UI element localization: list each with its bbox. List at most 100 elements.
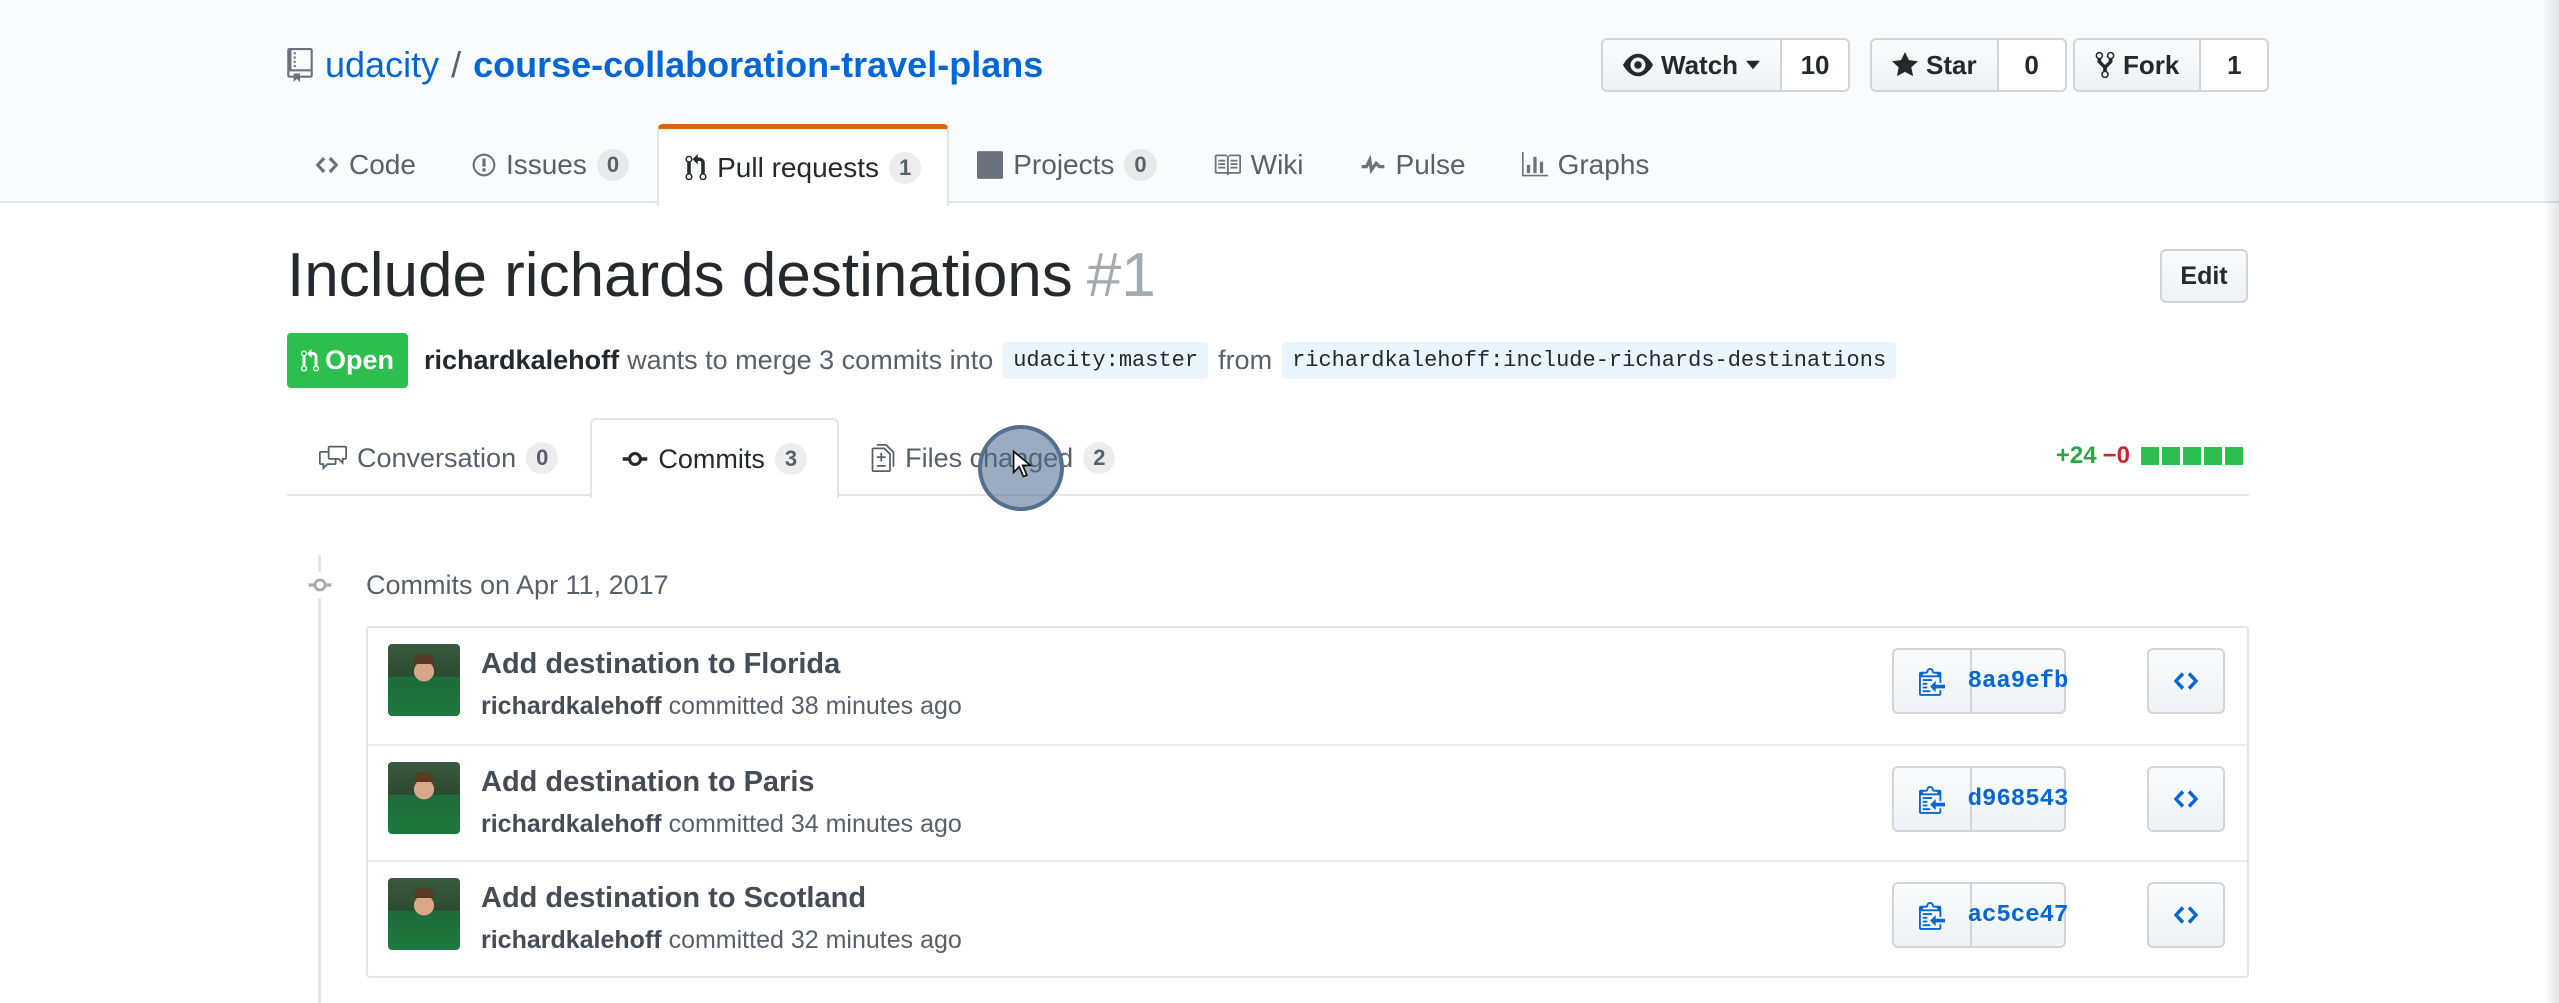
repo-owner-link[interactable]: udacity <box>325 44 439 86</box>
fork-label: Fork <box>2123 49 2180 80</box>
watch-label: Watch <box>1661 49 1739 80</box>
state-badge: Open <box>287 333 409 388</box>
reponav-code-label: Code <box>349 149 416 180</box>
commit-message-link[interactable]: Add destination to Paris <box>481 766 815 799</box>
pr-title-text: Include richards destinations <box>287 241 1073 310</box>
watch-count[interactable]: 10 <box>1782 38 1851 92</box>
commit-group-title: Commits on Apr 11, 2017 <box>366 570 669 600</box>
star-button[interactable]: Star <box>1870 38 1999 92</box>
git-commit-icon <box>307 572 333 598</box>
commit-row: Add destination to Scotland richardkaleh… <box>368 860 2247 976</box>
eye-icon <box>1623 53 1653 77</box>
caret-down-icon <box>1746 60 1761 70</box>
commit-author-link[interactable]: richardkalehoff <box>481 810 662 838</box>
repo-icon <box>287 48 313 82</box>
diffstat-additions: +24 <box>2055 442 2097 469</box>
code-icon <box>2173 790 2199 808</box>
commit-time: 38 minutes ago <box>790 692 962 720</box>
issues-counter: 0 <box>596 149 630 181</box>
reponav-graphs-label: Graphs <box>1557 149 1650 180</box>
issue-icon <box>472 153 496 177</box>
reponav-wiki[interactable]: Wiki <box>1185 124 1332 204</box>
tab-conversation-label: Conversation <box>357 442 517 473</box>
from-text: from <box>1218 345 1273 375</box>
reponav-projects-label: Projects <box>1013 149 1115 180</box>
commit-action: committed <box>668 810 784 838</box>
avatar[interactable] <box>388 644 460 716</box>
browse-code-button[interactable] <box>2147 766 2225 832</box>
file-diff-icon <box>871 444 895 472</box>
book-icon <box>1214 154 1241 176</box>
edit-button[interactable]: Edit <box>2160 249 2248 303</box>
base-branch[interactable]: udacity:master <box>1003 342 1209 379</box>
reponav-wiki-label: Wiki <box>1250 149 1304 180</box>
project-icon <box>977 151 1004 179</box>
commit-meta: richardkalehoff committed 32 minutes ago <box>481 926 962 955</box>
commit-message-link[interactable]: Add destination to Florida <box>481 648 840 681</box>
tab-conversation[interactable]: Conversation 0 <box>287 418 590 496</box>
browse-code-button[interactable] <box>2147 648 2225 714</box>
copy-sha-button[interactable] <box>1892 766 1970 832</box>
pr-meta: Open richardkalehoff wants to merge 3 co… <box>287 333 1906 388</box>
reponav-pull-requests-label: Pull requests <box>717 151 879 183</box>
graph-icon <box>1521 152 1548 177</box>
diffstat-block <box>2183 447 2201 465</box>
diffstat: +24 −0 <box>2056 442 2243 470</box>
tab-commits-label: Commits <box>658 443 765 474</box>
pr-title: Include richards destinations #1 <box>287 240 1156 311</box>
star-label: Star <box>1926 49 1977 80</box>
commit-author-link[interactable]: richardkalehoff <box>481 692 662 720</box>
git-commit-icon <box>623 452 648 466</box>
clippy-icon <box>1919 786 1945 814</box>
watch-group: Watch 10 <box>1601 38 1851 92</box>
avatar[interactable] <box>388 762 460 834</box>
reponav-code[interactable]: Code <box>287 124 444 204</box>
commit-author-link[interactable]: richardkalehoff <box>481 926 662 954</box>
pull-requests-counter: 1 <box>889 151 922 184</box>
commit-sha-link[interactable]: ac5ce47 <box>1968 882 2068 948</box>
commit-time: 32 minutes ago <box>790 926 962 954</box>
pulse-icon <box>1361 154 1384 175</box>
browse-code-button[interactable] <box>2147 882 2225 948</box>
commit-meta: richardkalehoff committed 34 minutes ago <box>481 810 962 839</box>
commits-counter: 3 <box>774 443 808 475</box>
timeline-line <box>318 555 321 1003</box>
commit-time: 34 minutes ago <box>790 810 962 838</box>
commit-sha-link[interactable]: d968543 <box>1968 766 2068 832</box>
tab-commits[interactable]: Commits 3 <box>590 418 840 498</box>
pr-author-link[interactable]: richardkalehoff <box>424 345 619 376</box>
state-label: Open <box>325 345 395 375</box>
repo-name-link[interactable]: course-collaboration-travel-plans <box>473 44 1043 86</box>
fork-count[interactable]: 1 <box>2201 38 2270 92</box>
commit-sha-link[interactable]: 8aa9efb <box>1968 648 2068 714</box>
commit-message-link[interactable]: Add destination to Scotland <box>481 882 866 915</box>
diffstat-block <box>2162 447 2180 465</box>
reponav-graphs[interactable]: Graphs <box>1494 124 1678 204</box>
reponav-issues[interactable]: Issues 0 <box>444 124 657 204</box>
code-icon <box>315 156 339 174</box>
commit-action: committed <box>668 926 784 954</box>
diffstat-block <box>2141 447 2159 465</box>
repo-nav: Code Issues 0 Pull requests 1 Projects 0 <box>287 124 1678 206</box>
reponav-pulse-label: Pulse <box>1395 149 1466 180</box>
commit-action: committed <box>668 692 784 720</box>
star-group: Star 0 <box>1870 38 2067 92</box>
merge-text: wants to merge 3 commits into <box>627 345 994 375</box>
projects-counter: 0 <box>1124 149 1157 181</box>
watch-button[interactable]: Watch <box>1601 38 1783 92</box>
reponav-issues-label: Issues <box>505 149 587 180</box>
commit-row: Add destination to Florida richardkaleho… <box>368 628 2247 744</box>
pr-tabnav: Conversation 0 Commits 3 Files changed 2… <box>287 418 2249 498</box>
avatar[interactable] <box>388 878 460 950</box>
diffstat-deletions: −0 <box>2102 442 2130 469</box>
star-count[interactable]: 0 <box>1998 38 2067 92</box>
repo-header: udacity / course-collaboration-travel-pl… <box>0 0 2559 206</box>
reponav-pulse[interactable]: Pulse <box>1332 124 1494 204</box>
reponav-projects[interactable]: Projects 0 <box>949 124 1184 204</box>
copy-sha-button[interactable] <box>1892 882 1970 948</box>
copy-sha-button[interactable] <box>1892 648 1970 714</box>
fork-button[interactable]: Fork <box>2073 38 2202 92</box>
head-branch[interactable]: richardkalehoff:include-richards-destina… <box>1282 342 1897 379</box>
star-icon <box>1892 52 1918 77</box>
reponav-pull-requests[interactable]: Pull requests 1 <box>657 124 950 206</box>
